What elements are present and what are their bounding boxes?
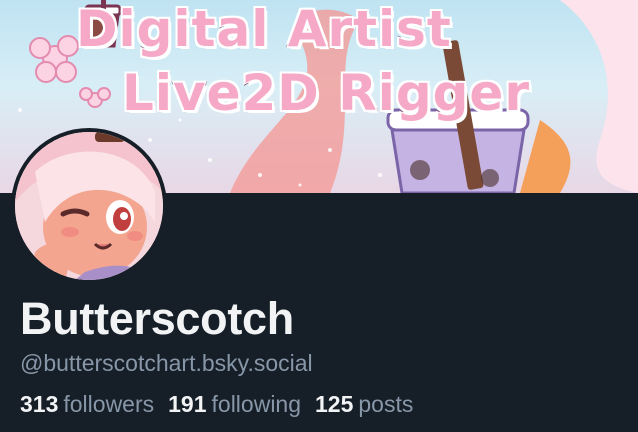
- user-handle[interactable]: @butterscotchart.bsky.social: [20, 348, 630, 378]
- posts-count: 125: [315, 391, 354, 417]
- posts-label: posts: [358, 391, 414, 417]
- banner-title-line2: Live2D Rigger: [121, 63, 531, 124]
- followers-count: 313: [20, 391, 59, 417]
- banner-title-line1: Digital Artist: [75, 0, 453, 60]
- following-stat[interactable]: 191 following: [168, 390, 301, 418]
- profile-stats: 313 followers 191 following 125 posts: [20, 390, 630, 418]
- followers-label: followers: [63, 391, 155, 417]
- following-count: 191: [168, 391, 207, 417]
- profile-info: Butterscotch @butterscotchart.bsky.socia…: [20, 292, 630, 418]
- following-label: following: [211, 391, 302, 417]
- posts-stat: 125 posts: [315, 390, 413, 418]
- followers-stat[interactable]: 313 followers: [20, 390, 154, 418]
- avatar-illustration: [15, 132, 163, 280]
- avatar[interactable]: [11, 128, 167, 284]
- display-name: Butterscotch: [20, 293, 294, 344]
